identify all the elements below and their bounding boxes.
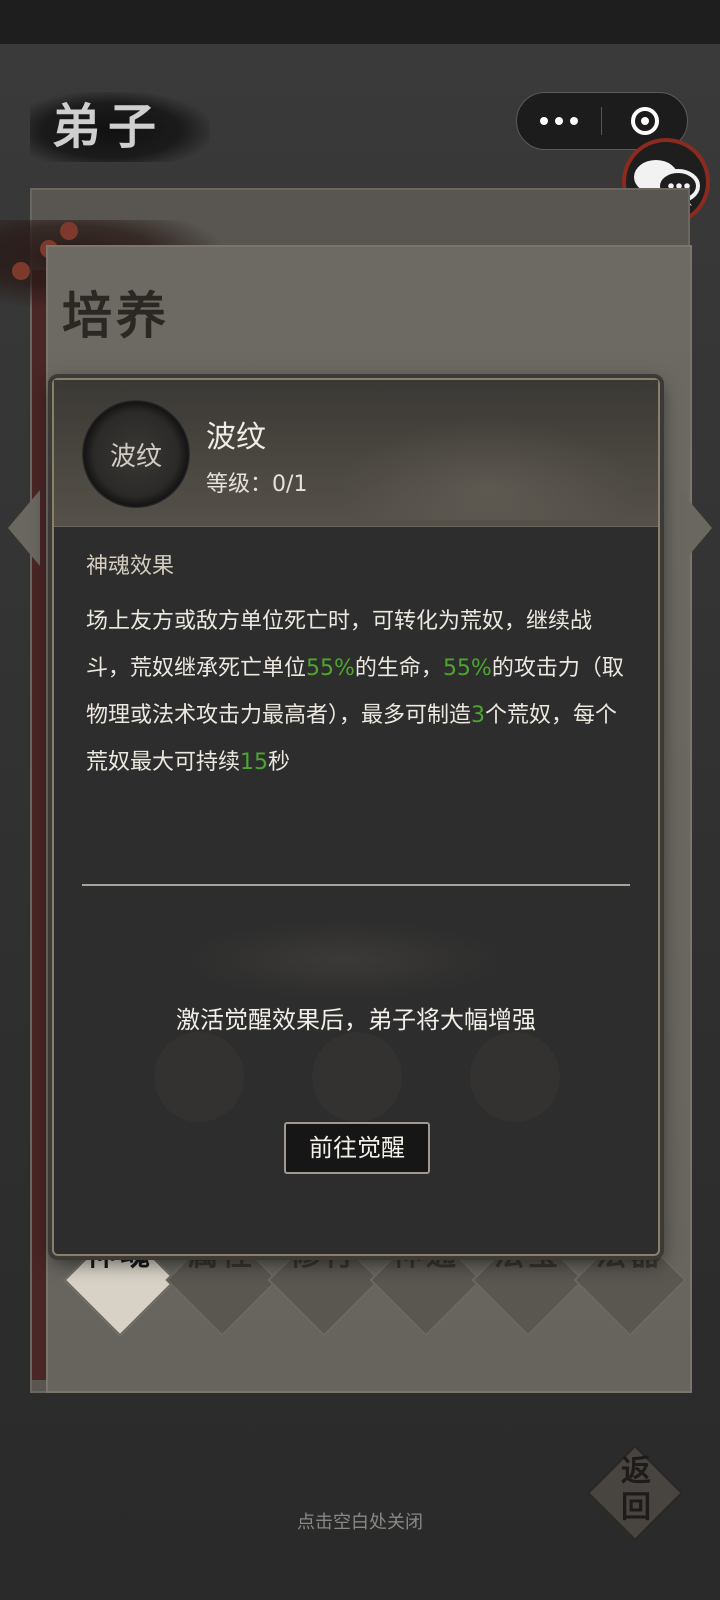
divider — [82, 884, 630, 886]
capsule-divider — [601, 107, 602, 135]
next-arrow-icon[interactable] — [680, 490, 712, 566]
skill-badge-icon: 波纹 — [82, 400, 190, 508]
skill-level: 等级：0/1 — [206, 472, 308, 497]
effect-text-part: 的生命， — [354, 656, 443, 681]
effect-text-part: 秒 — [268, 750, 291, 775]
effect-value: 55% — [442, 656, 492, 681]
prev-arrow-icon[interactable] — [8, 490, 40, 566]
more-dots-icon[interactable] — [517, 93, 601, 149]
level-value: 0/1 — [272, 472, 308, 497]
close-hint[interactable]: 点击空白处关闭 — [0, 1508, 720, 1534]
awaken-hint: 激活觉醒效果后，弟子将大幅增强 — [176, 1006, 536, 1034]
effect-description: 场上友方或敌方单位死亡时，可转化为荒奴，继续战斗，荒奴继承死亡单位55%的生命，… — [86, 598, 626, 786]
effect-value: 15 — [240, 750, 269, 775]
awaken-slot-decoration — [312, 1032, 402, 1122]
skill-detail-card: 波纹 波纹 等级：0/1 神魂效果 场上友方或敌方单位死亡时，可转化为荒奴，继续… — [52, 378, 660, 1256]
section-title: 培养 — [62, 286, 170, 345]
effect-value: 3 — [471, 703, 486, 728]
awaken-slot-decoration — [154, 1032, 244, 1122]
awaken-brush-decoration — [184, 920, 504, 1000]
skill-name: 波纹 — [206, 420, 266, 455]
page-title: 弟子 — [30, 92, 210, 162]
wave-decoration — [338, 420, 638, 520]
status-bar — [0, 0, 720, 44]
blossom-decoration — [12, 262, 30, 280]
card-header: 波纹 波纹 等级：0/1 — [54, 380, 658, 527]
ring-target-icon — [631, 107, 659, 135]
effect-title: 神魂效果 — [86, 554, 175, 579]
blossom-decoration — [60, 222, 78, 240]
level-label: 等级 — [206, 472, 251, 497]
skill-badge-text: 波纹 — [109, 441, 162, 472]
awaken-slot-decoration — [470, 1032, 560, 1122]
effect-value: 55% — [306, 656, 355, 681]
go-awaken-button[interactable]: 前往觉醒 — [284, 1122, 430, 1174]
